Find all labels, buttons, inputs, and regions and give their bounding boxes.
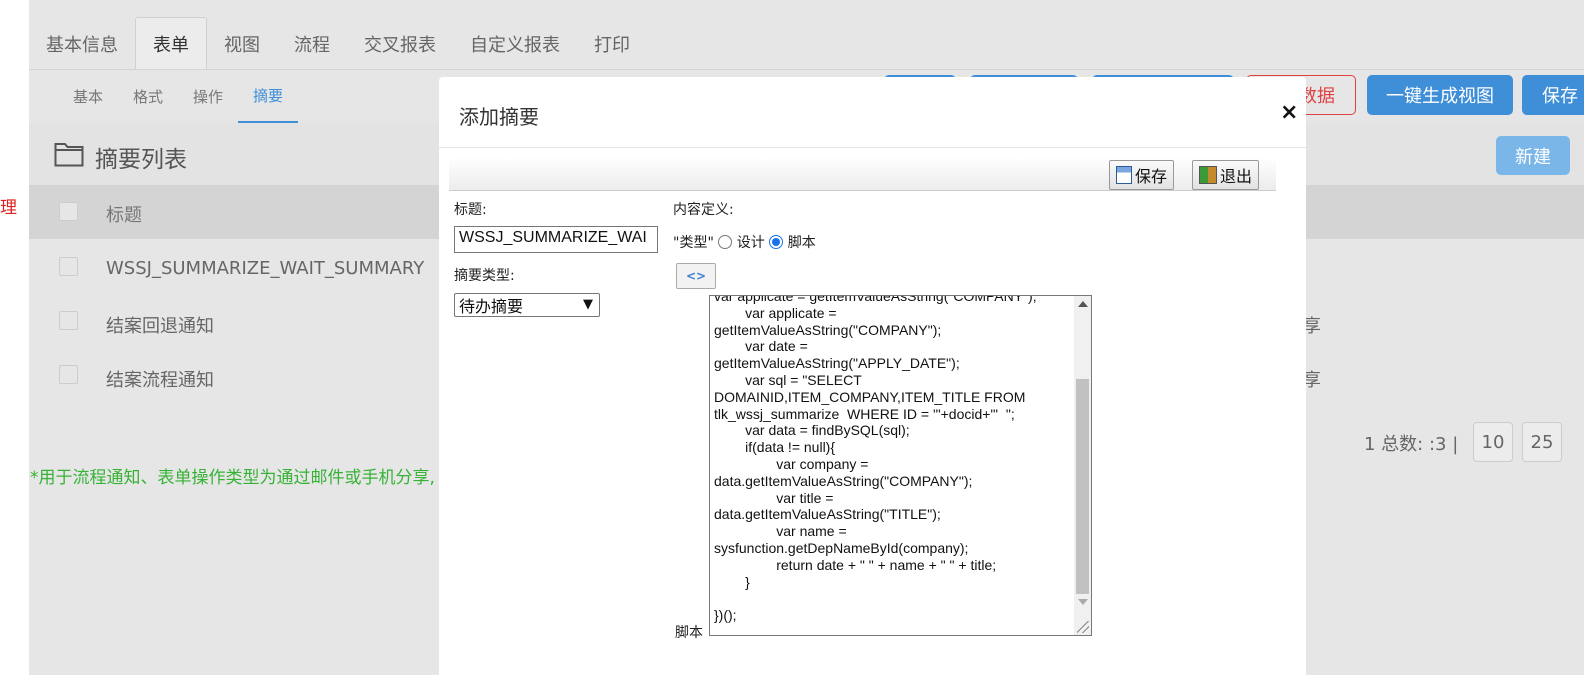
column-title: 标题 (106, 205, 142, 226)
close-icon[interactable]: × (1280, 100, 1298, 125)
usage-note: *用于流程通知、表单操作类型为通过邮件或手机分享, (30, 468, 435, 488)
script-editor[interactable]: var applicate = getItemValueAsString("CO… (709, 295, 1092, 636)
summary-type-select[interactable]: 待办摘要 ▼ (454, 293, 600, 317)
summary-type-label: 摘要类型: (454, 268, 515, 284)
chevron-down-icon: ▼ (583, 297, 593, 312)
subtab-action[interactable]: 操作 (178, 70, 238, 123)
radio-script[interactable] (769, 235, 784, 249)
left-panel-label: 理 (0, 198, 17, 218)
content-type-label: "类型" (673, 235, 714, 251)
folder-icon (54, 143, 84, 167)
row-checkbox[interactable] (59, 257, 78, 276)
content-type-row: "类型" 设计 脚本 (673, 232, 816, 252)
table-row-title[interactable]: 结案回退通知 (106, 312, 214, 338)
dialog-exit-label: 退出 (1220, 167, 1253, 186)
script-label: 脚本 (675, 625, 703, 641)
list-title: 摘要列表 (95, 147, 187, 173)
sub-tabs: 基本 格式 操作 摘要 (29, 70, 299, 123)
top-tabs: 基本信息 表单 视图 流程 交叉报表 自定义报表 打印 (29, 17, 647, 70)
subtab-format[interactable]: 格式 (118, 70, 178, 123)
dialog-save-label: 保存 (1135, 167, 1168, 186)
subtab-basic[interactable]: 基本 (58, 70, 118, 123)
table-row-title[interactable]: WSSJ_SUMMARIZE_WAIT_SUMMARY (106, 258, 424, 279)
title-label: 标题: (454, 202, 487, 218)
script-code[interactable]: var applicate = getItemValueAsString("CO… (714, 296, 1070, 624)
save-icon (1116, 166, 1132, 184)
row-checkbox[interactable] (59, 365, 78, 384)
title-input[interactable]: WSSJ_SUMMARIZE_WAI (454, 226, 658, 253)
exit-icon (1199, 166, 1217, 184)
dialog-toolbar: 保存 退出 (449, 157, 1276, 191)
page-size-25[interactable]: 25 (1522, 422, 1562, 462)
dialog-exit-button[interactable]: 退出 (1192, 160, 1260, 190)
add-summary-dialog: 添加摘要 × 保存 退出 标题: WSSJ_SUMMARIZE_WAI 摘要类型… (439, 77, 1306, 675)
scroll-down-icon[interactable] (1078, 599, 1088, 605)
subtab-summary[interactable]: 摘要 (238, 70, 299, 123)
resize-grip-icon[interactable] (1077, 621, 1089, 633)
tab-print[interactable]: 打印 (577, 17, 647, 70)
tab-basic-info[interactable]: 基本信息 (29, 17, 135, 70)
content-definition-label: 内容定义: (673, 202, 734, 218)
dialog-save-button[interactable]: 保存 (1109, 160, 1175, 190)
row-checkbox[interactable] (59, 311, 78, 330)
summary-type-value: 待办摘要 (459, 297, 524, 316)
new-button[interactable]: 新建 (1496, 136, 1570, 175)
tab-view[interactable]: 视图 (207, 17, 277, 70)
radio-script-label: 脚本 (787, 235, 816, 251)
save-form-button[interactable]: 保存 (1522, 75, 1584, 115)
radio-design[interactable] (718, 235, 733, 249)
radio-design-label: 设计 (736, 235, 765, 251)
page-size-10[interactable]: 10 (1473, 422, 1513, 462)
scroll-up-icon[interactable] (1078, 301, 1088, 307)
table-row-title[interactable]: 结案流程通知 (106, 366, 214, 392)
generate-view-button[interactable]: 一键生成视图 (1367, 75, 1513, 115)
dialog-divider (439, 147, 1306, 148)
pager-total: 1 总数: :3 | (1364, 434, 1459, 455)
tab-cross-report[interactable]: 交叉报表 (347, 17, 453, 70)
select-all-checkbox[interactable] (59, 202, 78, 221)
code-icon[interactable]: <> (676, 263, 716, 289)
dialog-title: 添加摘要 (459, 105, 539, 129)
tab-flow[interactable]: 流程 (277, 17, 347, 70)
tab-custom-report[interactable]: 自定义报表 (453, 17, 577, 70)
scroll-thumb[interactable] (1076, 379, 1089, 594)
editor-scrollbar[interactable] (1074, 296, 1091, 635)
tab-form[interactable]: 表单 (135, 17, 207, 70)
left-panel (0, 0, 29, 675)
